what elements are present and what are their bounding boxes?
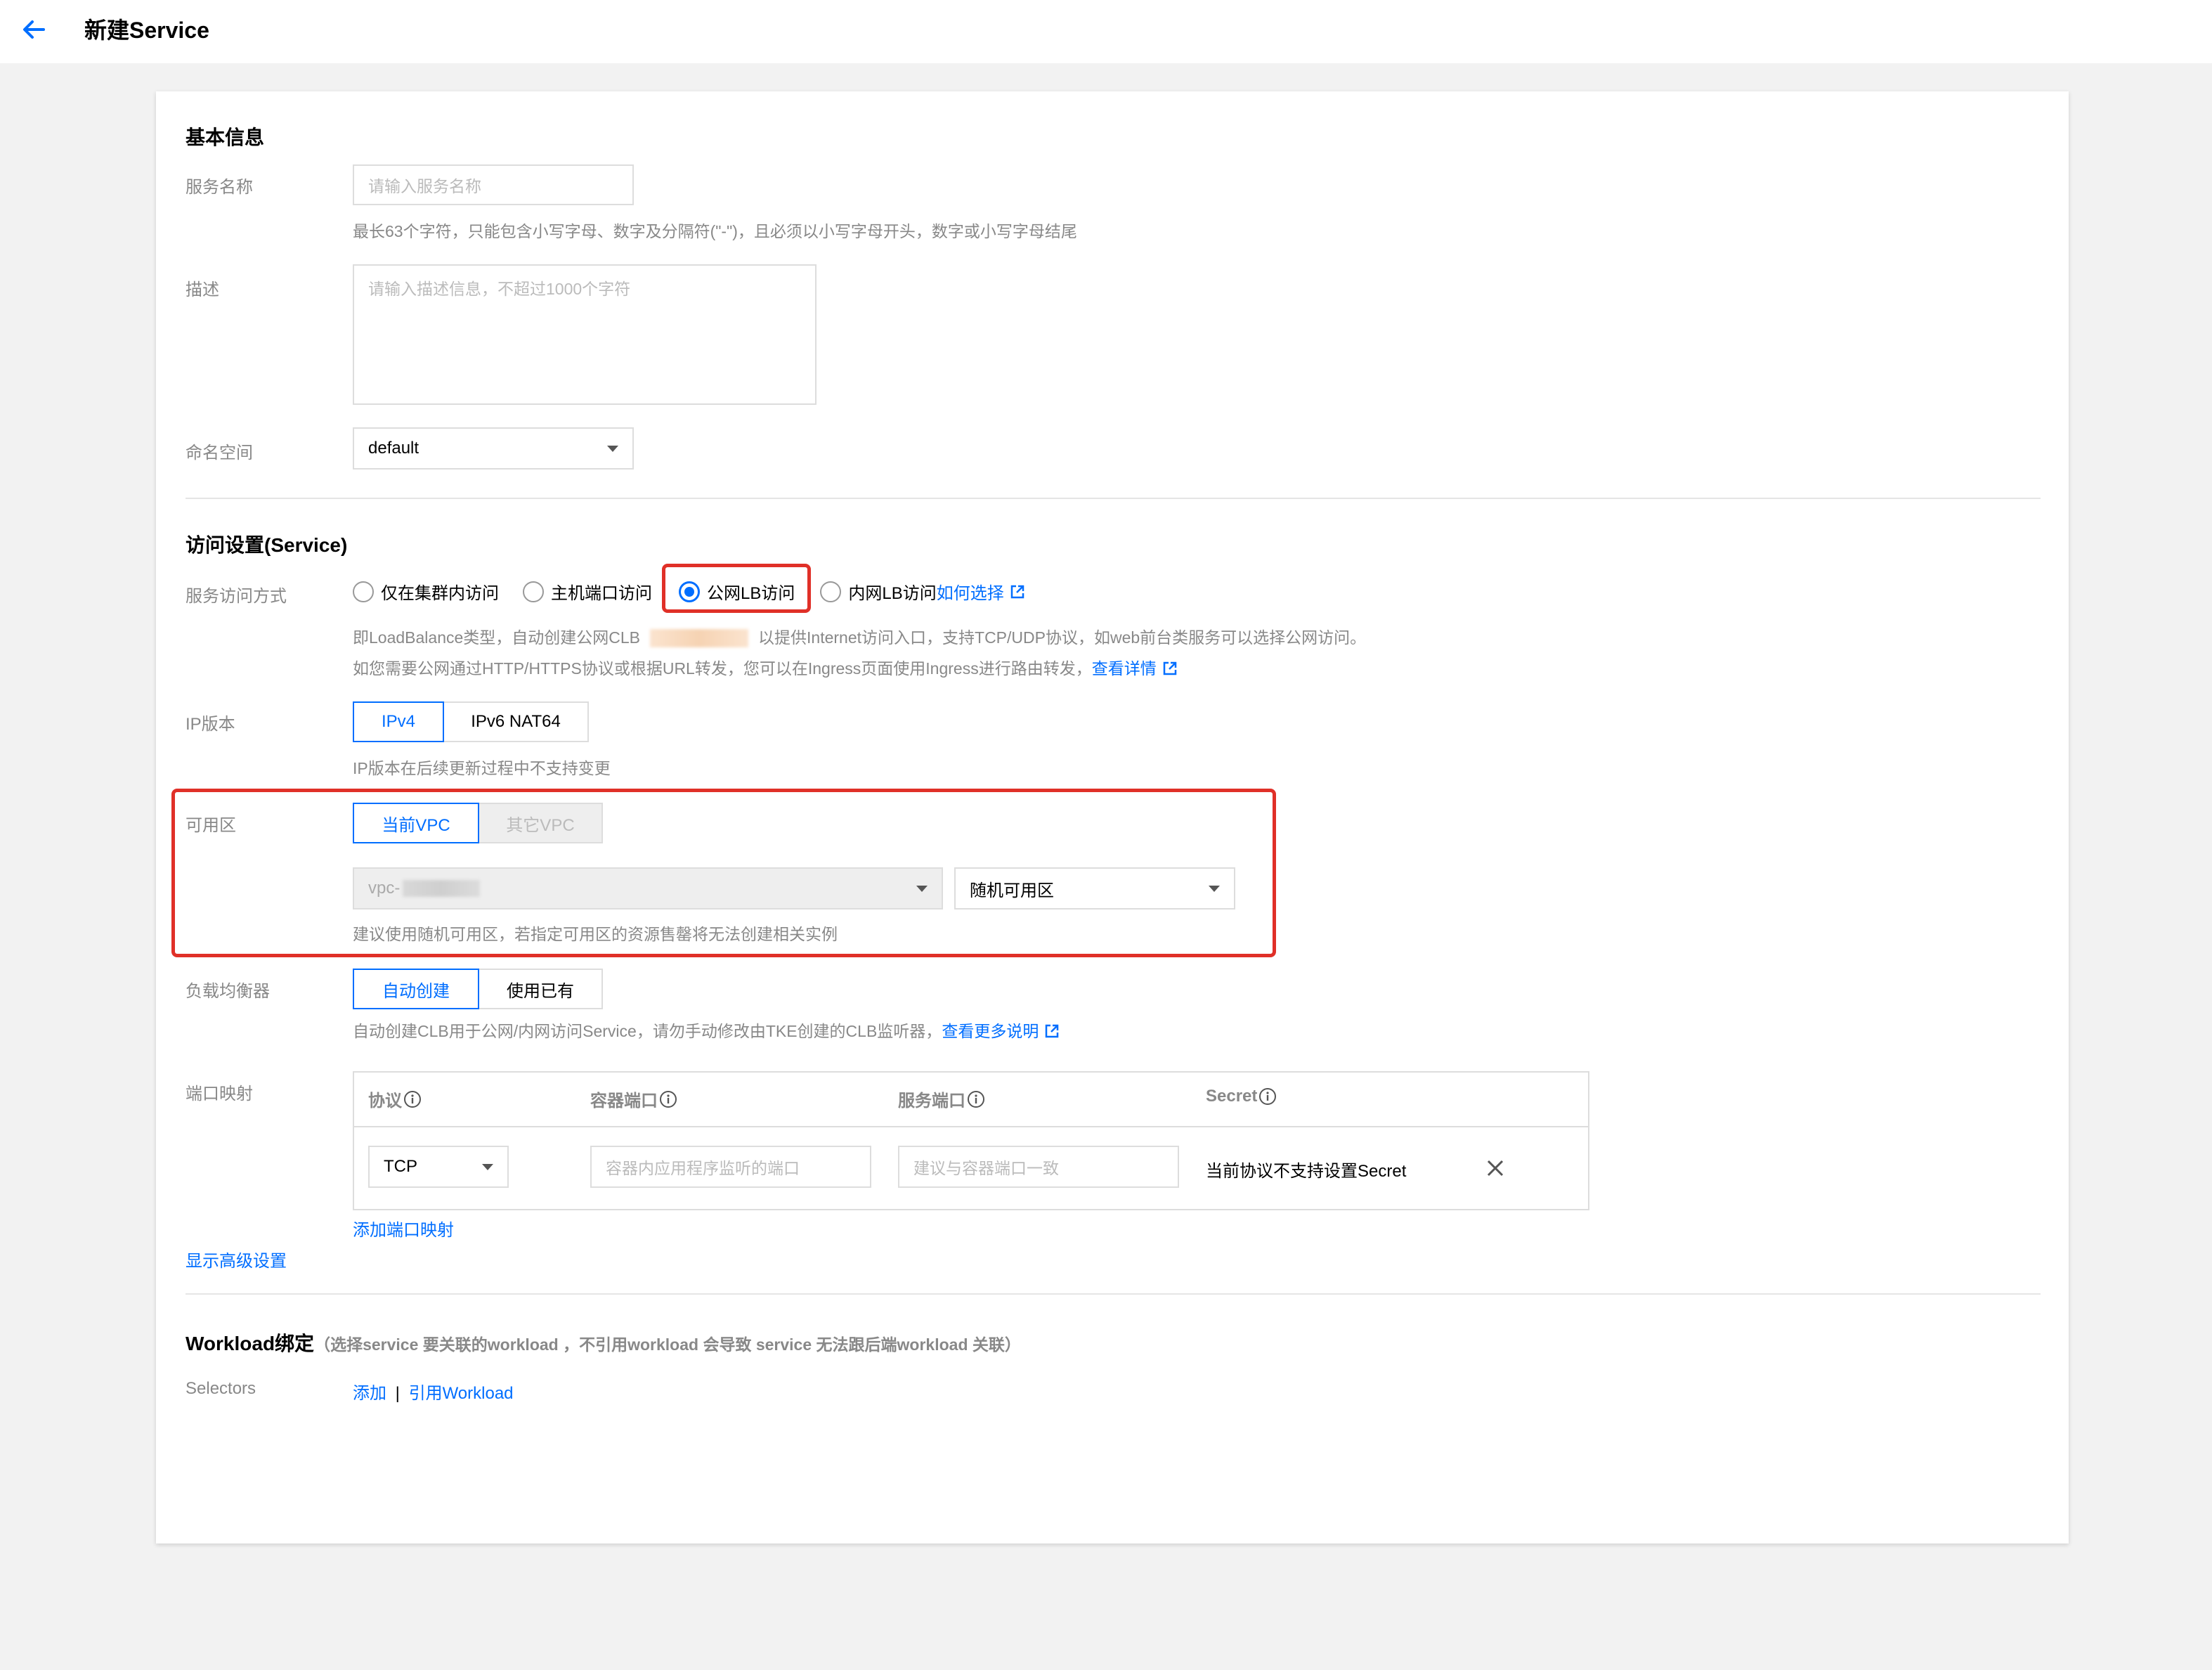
ip-version-hint: IP版本在后续更新过程中不支持变更 [353,759,611,777]
external-link-icon[interactable] [1162,661,1178,676]
access-desc-text-a: 即LoadBalance类型，自动创建公网CLB [353,628,641,647]
reference-workload-link[interactable]: 引用Workload [409,1384,514,1403]
basic-section-title: 基本信息 [186,127,265,148]
add-port-mapping-link[interactable]: 添加端口映射 [353,1216,454,1241]
selectors-actions: 添加 | 引用Workload [353,1379,514,1404]
namespace-value: default [368,439,419,458]
caret-down-icon [482,1163,493,1170]
lb-option-auto-create[interactable]: 自动创建 [353,969,479,1009]
header-protocol: 协议 [368,1087,422,1111]
table-header-divider [354,1126,1588,1127]
header-text: 协议 [368,1092,402,1111]
service-name-label: 服务名称 [186,178,253,197]
radio-label: 主机端口访问 [551,584,652,603]
highlight-box-public-lb [662,564,811,613]
workload-section-note: （选择service 要关联的workload ，不引用workload 会导致… [314,1335,1021,1354]
info-icon[interactable] [1258,1087,1277,1106]
vpc-value: vpc- [368,879,481,898]
description-textarea[interactable]: 请输入描述信息，不超过1000个字符 [353,264,817,405]
lb-more-link[interactable]: 查看更多说明 [942,1022,1039,1040]
vpc-select: vpc- [353,867,943,910]
load-balancer-hint: 自动创建CLB用于公网/内网访问Service，请勿手动修改由TKE创建的CLB… [353,1018,1060,1042]
access-desc-text-b: 以提供Internet访问入口，支持TCP/UDP协议，如web前台类服务可以选… [758,628,1367,647]
vpc-option-other: 其它VPC [478,803,603,843]
service-port-input[interactable]: 建议与容器端口一致 [898,1146,1179,1188]
access-desc-line1: 即LoadBalance类型，自动创建公网CLB 以提供Internet访问入口，… [353,624,1366,648]
header-secret: Secret [1206,1087,1277,1106]
radio-circle[interactable] [523,581,544,602]
form-card: 基本信息 服务名称 请输入服务名称 最长63个字符，只能包含小写字母、数字及分隔… [156,91,2069,1543]
availability-zone-hint: 建议使用随机可用区，若指定可用区的资源售罄将无法创建相关实例 [353,925,838,943]
zone-value: 随机可用区 [970,881,1054,900]
protocol-select[interactable]: TCP [368,1146,509,1188]
access-section-title: 访问设置(Service) [186,534,348,556]
availability-zone-label: 可用区 [186,816,236,835]
redacted-blur [650,629,749,647]
separator: | [395,1384,400,1403]
ip-option-ipv4[interactable]: IPv4 [353,701,444,742]
external-link-icon[interactable] [1010,584,1025,600]
top-bar: 新建Service [0,0,2212,63]
divider [186,1293,2041,1295]
port-mapping-label: 端口映射 [186,1085,253,1103]
ip-version-segmented: IPv4 IPv6 NAT64 [353,701,589,742]
port-mapping-table: 协议 容器端口 服务端口 Secret TCP 容器内应用程序监听的端口 建议与… [353,1071,1589,1210]
header-container-port: 容器端口 [590,1087,677,1111]
info-icon[interactable] [659,1090,677,1108]
caret-down-icon [1209,885,1220,892]
secret-text: 当前协议不支持设置Secret [1206,1162,1407,1181]
header-service-port: 服务端口 [898,1087,985,1111]
service-name-input[interactable]: 请输入服务名称 [353,164,634,205]
add-selector-link[interactable]: 添加 [353,1384,386,1403]
vpc-prefix: vpc- [368,879,401,898]
access-mode-label: 服务访问方式 [186,587,287,606]
close-icon[interactable] [1485,1158,1505,1178]
protocol-value: TCP [384,1157,417,1176]
container-port-input[interactable]: 容器内应用程序监听的端口 [590,1146,871,1188]
zone-select[interactable]: 随机可用区 [954,867,1235,910]
arrow-left-icon[interactable] [20,15,48,44]
header-text: Secret [1206,1087,1258,1106]
show-advanced-settings-link[interactable]: 显示高级设置 [186,1247,287,1271]
ip-version-label: IP版本 [186,715,235,734]
description-label: 描述 [186,280,219,299]
header-text: 容器端口 [590,1092,658,1111]
radio-label: 内网LB访问 [848,584,937,603]
access-desc-line2: 如您需要公网通过HTTP/HTTPS协议或根据URL转发，您可以在Ingress… [353,655,1178,679]
divider [186,498,2041,499]
caret-down-icon [916,885,928,892]
vpc-option-current[interactable]: 当前VPC [353,803,479,843]
namespace-label: 命名空间 [186,444,253,462]
service-name-hint: 最长63个字符，只能包含小写字母、数字及分隔符("-")，且必须以小写字母开头，… [353,222,1077,240]
info-icon[interactable] [403,1090,422,1108]
load-balancer-segmented: 自动创建 使用已有 [353,969,603,1009]
how-to-choose-link[interactable]: 如何选择 [937,579,1004,604]
page-title: 新建Service [84,18,209,43]
header-text: 服务端口 [898,1092,965,1111]
vpc-segmented: 当前VPC 其它VPC [353,803,603,843]
radio-circle[interactable] [820,581,842,602]
external-link-icon[interactable] [1044,1023,1060,1039]
radio-host-port[interactable]: 主机端口访问 [523,579,652,604]
radio-label: 仅在集群内访问 [381,584,499,603]
radio-private-lb[interactable]: 内网LB访问 [820,579,937,604]
namespace-select[interactable]: default [353,427,634,470]
info-icon[interactable] [967,1090,985,1108]
radio-circle[interactable] [353,581,374,602]
workload-section-header: Workload绑定（选择service 要关联的workload ，不引用wo… [186,1328,1021,1357]
lb-option-use-existing[interactable]: 使用已有 [478,969,603,1009]
ip-option-ipv6[interactable]: IPv6 NAT64 [443,701,589,742]
radio-cluster-only[interactable]: 仅在集群内访问 [353,579,499,604]
caret-down-icon [607,445,618,452]
workload-section-title: Workload绑定 [186,1333,315,1354]
load-balancer-label: 负载均衡器 [186,982,270,1001]
access-desc-text-c: 如您需要公网通过HTTP/HTTPS协议或根据URL转发，您可以在Ingress… [353,659,1092,678]
redacted-blur [403,880,481,897]
lb-hint-text: 自动创建CLB用于公网/内网访问Service，请勿手动修改由TKE创建的CLB… [353,1022,942,1040]
selectors-label: Selectors [186,1379,256,1398]
view-details-link[interactable]: 查看详情 [1092,659,1157,678]
